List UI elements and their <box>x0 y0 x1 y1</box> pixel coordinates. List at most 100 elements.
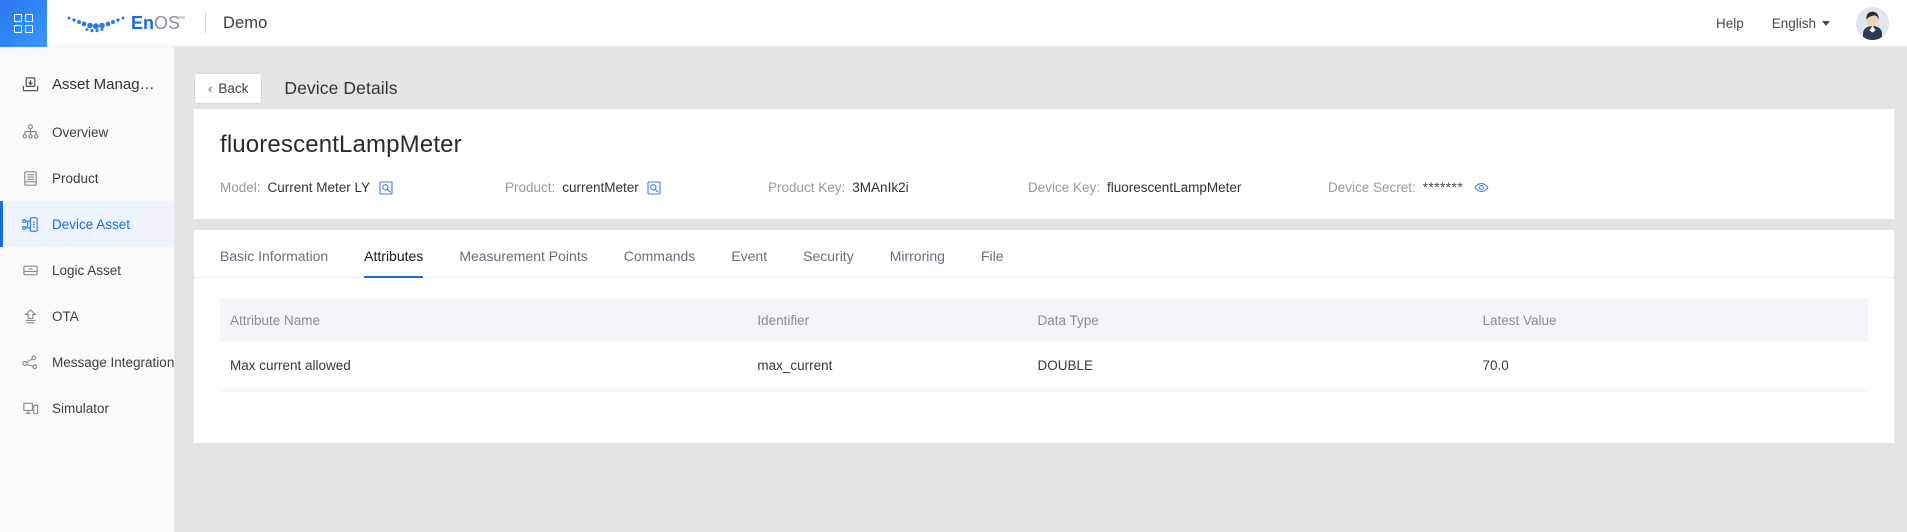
back-button[interactable]: ‹ Back <box>194 73 262 104</box>
brand[interactable]: En OS ™ Demo <box>61 9 267 37</box>
upload-arrow-icon <box>20 306 40 326</box>
meta-device-secret: Device Secret: ******* <box>1328 180 1489 195</box>
device-secret-value: ******* <box>1423 180 1463 195</box>
back-button-label: Back <box>218 81 248 96</box>
sidebar-item-device-asset[interactable]: Device Asset <box>0 201 174 247</box>
sidebar-item-label: Asset Manag… <box>52 76 155 93</box>
tab-label: Attributes <box>364 248 423 264</box>
table-header-row: Attribute Name Identifier Data Type Late… <box>220 298 1868 342</box>
sidebar-item-ota[interactable]: OTA <box>0 293 174 339</box>
sidebar-item-label: Product <box>52 171 99 186</box>
page-header: ‹ Back Device Details <box>175 47 1907 109</box>
top-bar: En OS ™ Demo Help English <box>0 0 1907 47</box>
meta-product-key: Product Key: 3MAnIk2i <box>768 180 1028 195</box>
sidebar-item-label: OTA <box>52 309 79 324</box>
cell-attribute-name: Max current allowed <box>220 342 747 390</box>
meta-value: currentMeter <box>562 180 639 195</box>
tab-security[interactable]: Security <box>803 248 854 277</box>
table-body: Max current allowed max_current DOUBLE 7… <box>220 342 1868 390</box>
tab-file[interactable]: File <box>981 248 1004 277</box>
sidebar-item-asset-management[interactable]: Asset Manag… <box>0 59 174 109</box>
sidebar-item-product[interactable]: Product <box>0 155 174 201</box>
enos-logo-icon: En OS ™ <box>61 9 189 37</box>
attributes-table-wrapper: Attribute Name Identifier Data Type Late… <box>194 278 1894 443</box>
share-nodes-icon <box>20 352 40 372</box>
inspect-link-icon[interactable] <box>378 180 393 195</box>
cell-latest-value: 70.0 <box>1472 342 1868 390</box>
sidebar-item-message-integration[interactable]: Message Integration <box>0 339 174 385</box>
sidebar-item-label: Logic Asset <box>52 263 121 278</box>
column-header-data-type: Data Type <box>1028 298 1473 342</box>
table-footer-space <box>220 391 1868 443</box>
column-header-latest-value: Latest Value <box>1472 298 1868 342</box>
tab-mirroring[interactable]: Mirroring <box>890 248 945 277</box>
card-spacer <box>175 219 1907 230</box>
sidebar-item-simulator[interactable]: Simulator <box>0 385 174 431</box>
language-label: English <box>1772 16 1816 31</box>
page-title: Device Details <box>284 78 397 99</box>
chevron-left-icon: ‹ <box>208 82 212 95</box>
device-info-card: fluorescentLampMeter Model: Current Mete… <box>194 109 1894 219</box>
svg-text:OS: OS <box>154 13 180 33</box>
sidebar-item-logic-asset[interactable]: Logic Asset <box>0 247 174 293</box>
meta-model: Model: Current Meter LY <box>220 180 505 195</box>
tenant-name: Demo <box>223 14 267 33</box>
meta-label: Product: <box>505 180 555 195</box>
sidebar-item-label: Simulator <box>52 401 109 416</box>
top-bar-actions: Help English <box>1702 7 1907 40</box>
tab-label: Event <box>731 248 767 264</box>
svg-text:En: En <box>131 13 154 33</box>
drawer-icon <box>20 260 40 280</box>
chevron-down-icon <box>1822 21 1830 26</box>
sidebar-item-label: Message Integration <box>52 355 174 370</box>
meta-label: Device Secret: <box>1328 180 1416 195</box>
document-stack-icon <box>20 168 40 188</box>
device-meta-row: Model: Current Meter LY Product: current… <box>220 180 1868 195</box>
meta-product: Product: currentMeter <box>505 180 768 195</box>
sidebar-item-label: Device Asset <box>52 217 130 232</box>
table-row[interactable]: Max current allowed max_current DOUBLE 7… <box>220 342 1868 390</box>
inspect-link-icon[interactable] <box>647 180 662 195</box>
meta-label: Model: <box>220 180 261 195</box>
device-node-icon <box>20 214 40 234</box>
avatar-image-icon <box>1856 7 1889 40</box>
tab-label: File <box>981 248 1004 264</box>
meta-device-key: Device Key: fluorescentLampMeter <box>1028 180 1328 195</box>
sidebar: Asset Manag… Overview Product <box>0 47 175 532</box>
hierarchy-icon <box>20 122 40 142</box>
help-link[interactable]: Help <box>1702 16 1758 31</box>
device-name: fluorescentLampMeter <box>220 131 1868 159</box>
monitor-mobile-icon <box>20 398 40 418</box>
tab-basic-information[interactable]: Basic Information <box>220 248 328 277</box>
tab-label: Commands <box>624 248 696 264</box>
tab-measurement-points[interactable]: Measurement Points <box>459 248 587 277</box>
main-content: ‹ Back Device Details fluorescentLampMet… <box>175 47 1907 532</box>
tab-bar: Basic Information Attributes Measurement… <box>194 230 1894 278</box>
column-header-attribute-name: Attribute Name <box>220 298 747 342</box>
avatar[interactable] <box>1856 7 1889 40</box>
cell-data-type: DOUBLE <box>1028 342 1473 390</box>
meta-label: Device Key: <box>1028 180 1100 195</box>
language-selector[interactable]: English <box>1758 16 1844 31</box>
attributes-table: Attribute Name Identifier Data Type Late… <box>220 298 1868 391</box>
tab-label: Basic Information <box>220 248 328 264</box>
sidebar-item-overview[interactable]: Overview <box>0 109 174 155</box>
tab-label: Security <box>803 248 854 264</box>
tab-commands[interactable]: Commands <box>624 248 696 277</box>
meta-value: 3MAnIk2i <box>852 180 908 195</box>
meta-value: Current Meter LY <box>268 180 371 195</box>
device-detail-card: Basic Information Attributes Measurement… <box>194 230 1894 443</box>
grid-apps-icon <box>14 14 33 33</box>
eye-icon[interactable] <box>1474 180 1489 195</box>
tab-event[interactable]: Event <box>731 248 767 277</box>
tab-label: Mirroring <box>890 248 945 264</box>
meta-value: fluorescentLampMeter <box>1107 180 1241 195</box>
cell-identifier: max_current <box>747 342 1027 390</box>
brand-divider <box>205 12 206 34</box>
meta-label: Product Key: <box>768 180 845 195</box>
column-header-identifier: Identifier <box>747 298 1027 342</box>
tab-attributes[interactable]: Attributes <box>364 248 423 277</box>
svg-text:™: ™ <box>178 16 185 23</box>
app-launcher-button[interactable] <box>0 0 47 47</box>
table-head: Attribute Name Identifier Data Type Late… <box>220 298 1868 342</box>
